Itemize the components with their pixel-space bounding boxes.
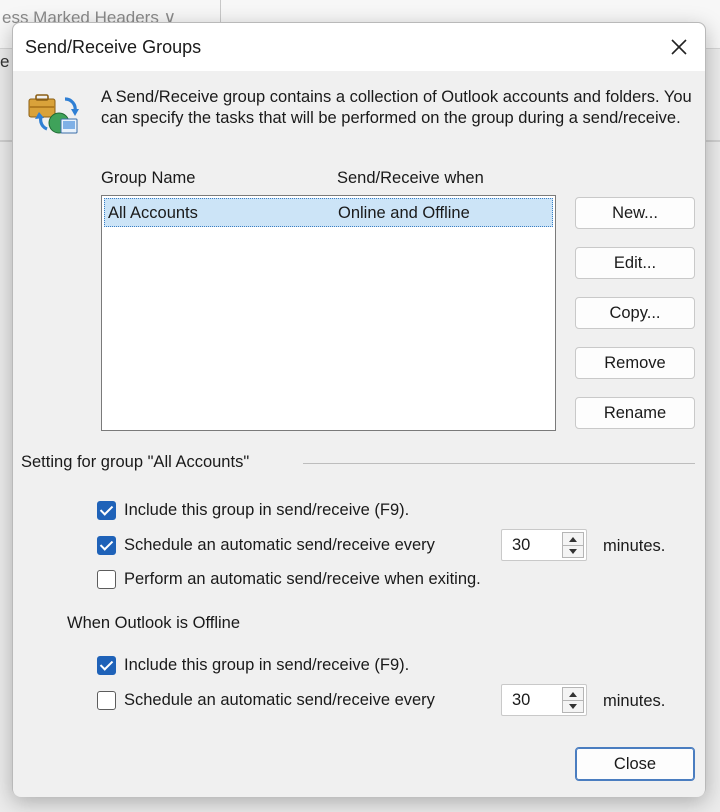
- offline-schedule-label: Schedule an automatic send/receive every: [124, 690, 435, 709]
- group-settings-divider: [303, 463, 695, 464]
- rename-button[interactable]: Rename: [575, 397, 695, 429]
- spin-down-arrow-icon[interactable]: [563, 700, 583, 712]
- offline-interval-stepper[interactable]: 30: [501, 684, 587, 716]
- offline-include-option[interactable]: Include this group in send/receive (F9).: [97, 653, 409, 677]
- close-button[interactable]: Close: [575, 747, 695, 781]
- online-schedule-option[interactable]: Schedule an automatic send/receive every: [97, 533, 435, 557]
- dialog-client-area: A Send/Receive group contains a collecti…: [13, 71, 705, 797]
- online-interval-value[interactable]: 30: [512, 536, 530, 555]
- dialog-description: A Send/Receive group contains a collecti…: [101, 88, 692, 127]
- online-interval-spin-buttons: [562, 532, 584, 558]
- background-side-letter: e: [0, 52, 10, 71]
- send-receive-groups-dialog: Send/Receive Groups A Send/Receive group…: [12, 22, 706, 797]
- offline-schedule-checkbox[interactable]: [97, 690, 116, 710]
- remove-button[interactable]: Remove: [575, 347, 695, 379]
- group-when-cell: Online and Offline: [338, 204, 470, 222]
- offline-schedule-option[interactable]: Schedule an automatic send/receive every: [97, 688, 435, 712]
- groups-list[interactable]: All Accounts Online and Offline: [101, 195, 556, 431]
- close-x-glyph: [671, 39, 687, 55]
- close-icon[interactable]: [663, 31, 695, 63]
- offline-include-checkbox[interactable]: [97, 655, 116, 675]
- online-schedule-checkbox[interactable]: [97, 535, 116, 555]
- edit-button[interactable]: Edit...: [575, 247, 695, 279]
- online-interval-stepper[interactable]: 30: [501, 529, 587, 561]
- dialog-title: Send/Receive Groups: [25, 37, 202, 57]
- online-include-option[interactable]: Include this group in send/receive (F9).: [97, 498, 409, 522]
- online-exit-checkbox[interactable]: [97, 569, 116, 589]
- online-include-checkbox[interactable]: [97, 500, 116, 520]
- list-item[interactable]: All Accounts Online and Offline: [104, 198, 553, 227]
- dialog-titlebar: Send/Receive Groups: [13, 23, 705, 71]
- group-settings-label: Setting for group "All Accounts": [21, 453, 250, 471]
- column-header-group-name: Group Name: [101, 169, 196, 187]
- offline-include-label: Include this group in send/receive (F9).: [124, 655, 410, 674]
- online-exit-label: Perform an automatic send/receive when e…: [124, 569, 481, 588]
- offline-minutes-label: minutes.: [603, 692, 666, 710]
- spin-down-arrow-icon[interactable]: [563, 545, 583, 557]
- group-name-cell: All Accounts: [108, 204, 198, 222]
- send-receive-groups-icon: [27, 89, 81, 141]
- background-divider: [220, 0, 221, 22]
- online-minutes-label: minutes.: [603, 537, 666, 555]
- offline-interval-spin-buttons: [562, 687, 584, 713]
- online-exit-option[interactable]: Perform an automatic send/receive when e…: [97, 567, 481, 591]
- online-schedule-label: Schedule an automatic send/receive every: [124, 535, 435, 554]
- copy-button[interactable]: Copy...: [575, 297, 695, 329]
- column-header-send-receive-when: Send/Receive when: [337, 169, 484, 187]
- offline-section-label: When Outlook is Offline: [67, 614, 241, 632]
- offline-interval-value[interactable]: 30: [512, 691, 530, 710]
- new-button[interactable]: New...: [575, 197, 695, 229]
- online-include-label: Include this group in send/receive (F9).: [124, 500, 410, 519]
